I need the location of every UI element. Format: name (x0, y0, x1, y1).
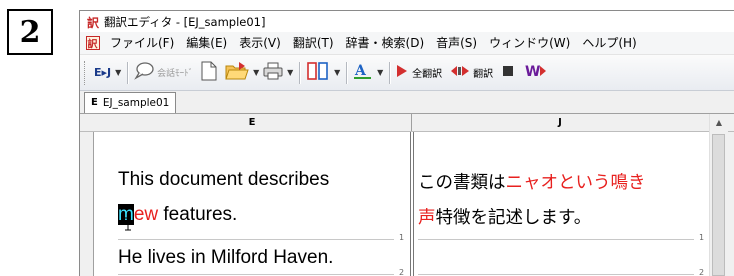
toolbar: E▸J ▼ 会話ﾓｰﾄﾞ ▼ ▼ ▼ A ▼ 全翻訳 翻訳 W (80, 55, 734, 91)
chevron-down-icon[interactable]: ▼ (113, 60, 123, 86)
toolbar-separator (389, 61, 391, 84)
scroll-thumb[interactable] (712, 134, 725, 276)
svg-text:W: W (525, 64, 540, 80)
toolbar-separator (127, 61, 129, 84)
spelling-error[interactable]: ew (134, 204, 158, 225)
conversation-mode-button[interactable]: 会話ﾓｰﾄﾞ (132, 60, 195, 86)
open-folder-icon (225, 61, 249, 84)
translate-all-button[interactable]: 全翻訳 (394, 60, 444, 86)
step-number-badge: 2 (7, 9, 53, 55)
printer-icon (263, 62, 283, 83)
stop-button[interactable] (501, 60, 515, 86)
menu-dictionary-search[interactable]: 辞書・検索(D) (340, 33, 431, 53)
direction-label: E▸J (94, 66, 112, 79)
translation-editor-window: 訳 翻訳エディタ - [EJ_sample01] 訳 ファイル(F) 編集(E)… (79, 10, 734, 276)
new-document-button[interactable] (199, 60, 219, 86)
font-button[interactable]: A (351, 60, 375, 86)
menu-help[interactable]: ヘルプ(H) (576, 33, 642, 53)
translate-all-label: 全翻訳 (412, 69, 443, 80)
english-segment-1-line-2[interactable]: mew features. (118, 204, 237, 226)
play-icon (396, 64, 408, 81)
window-title: 翻訳エディタ - [EJ_sample01] (104, 14, 266, 29)
translate-button[interactable]: 翻訳 (448, 60, 495, 86)
layout-button[interactable] (304, 60, 332, 86)
svg-text:訳: 訳 (88, 38, 99, 51)
japanese-highlight-2: 声 (418, 208, 436, 228)
toolbar-separator (346, 61, 348, 84)
open-folder-button[interactable] (223, 60, 251, 86)
menu-audio[interactable]: 音声(S) (430, 33, 483, 53)
word-button[interactable]: W (523, 60, 549, 86)
conversation-mode-label: 会話ﾓｰﾄﾞ (157, 69, 194, 79)
document-icon[interactable]: 訳 (86, 36, 100, 51)
svg-text:A: A (354, 63, 367, 79)
segment-number: 1 (699, 233, 705, 242)
english-segment-1-line-1[interactable]: This document describes (118, 169, 329, 191)
menu-edit[interactable]: 編集(E) (180, 33, 233, 53)
chevron-down-icon[interactable]: ▼ (251, 60, 261, 86)
chevron-down-icon[interactable]: ▼ (332, 60, 342, 86)
english-column-header: E (93, 114, 412, 131)
menu-file[interactable]: ファイル(F) (104, 33, 180, 53)
ibeam-cursor-icon (124, 216, 132, 231)
toolbar-grip[interactable] (84, 60, 88, 85)
menu-bar: 訳 ファイル(F) 編集(E) 表示(V) 翻訳(T) 辞書・検索(D) 音声(… (80, 32, 734, 55)
pane-divider[interactable] (410, 132, 414, 276)
translate-arrows-icon (450, 64, 470, 81)
chevron-down-icon[interactable]: ▼ (285, 60, 295, 86)
segment-separator (418, 239, 694, 240)
menu-window[interactable]: ウィンドウ(W) (483, 33, 576, 53)
app-icon: 訳 (86, 14, 100, 29)
tab-label: EJ_sample01 (102, 97, 170, 109)
japanese-highlight-1: ニャオという鳴き (505, 173, 646, 193)
menu-view[interactable]: 表示(V) (233, 33, 287, 53)
japanese-segment-1-rest: 特徴を記述します。 (435, 208, 592, 228)
font-size-icon: A (353, 61, 373, 84)
japanese-segment-1-line-2[interactable]: 声特徴を記述します。 (418, 204, 591, 229)
scroll-up-icon[interactable]: ▲ (710, 114, 728, 131)
toolbar-separator (299, 61, 301, 84)
word-icon: W (525, 62, 547, 83)
chevron-down-icon[interactable]: ▼ (375, 60, 385, 86)
print-button[interactable] (261, 60, 285, 86)
stop-icon (503, 66, 514, 79)
japanese-column-header: J (558, 117, 562, 128)
document-tab[interactable]: E EJ_sample01 (84, 92, 177, 113)
translate-label: 翻訳 (473, 69, 494, 80)
document-tab-bar: E EJ_sample01 (80, 91, 734, 114)
title-bar: 訳 翻訳エディタ - [EJ_sample01] (80, 11, 734, 32)
split-columns-icon (306, 61, 330, 84)
vertical-scrollbar[interactable]: ▲ (709, 114, 728, 276)
segment-number: 1 (399, 233, 405, 242)
tab-letter: E (91, 97, 98, 108)
segment-separator (118, 239, 394, 240)
speech-bubble-icon (134, 62, 154, 83)
column-headers: E J (80, 114, 734, 132)
editor-pane[interactable]: This document describes mew features. この… (93, 132, 709, 276)
japanese-segment-1-line-1[interactable]: この書類はニャオという鳴き (418, 169, 646, 194)
english-segment-2[interactable]: He lives in Milford Haven. (118, 247, 333, 269)
direction-button[interactable]: E▸J (92, 60, 113, 86)
menu-translate[interactable]: 翻訳(T) (287, 33, 340, 53)
japanese-segment-1-prefix: この書類は (418, 173, 506, 193)
new-document-icon (201, 61, 217, 84)
svg-text:訳: 訳 (87, 15, 100, 29)
english-segment-1-rest: features. (158, 204, 238, 225)
